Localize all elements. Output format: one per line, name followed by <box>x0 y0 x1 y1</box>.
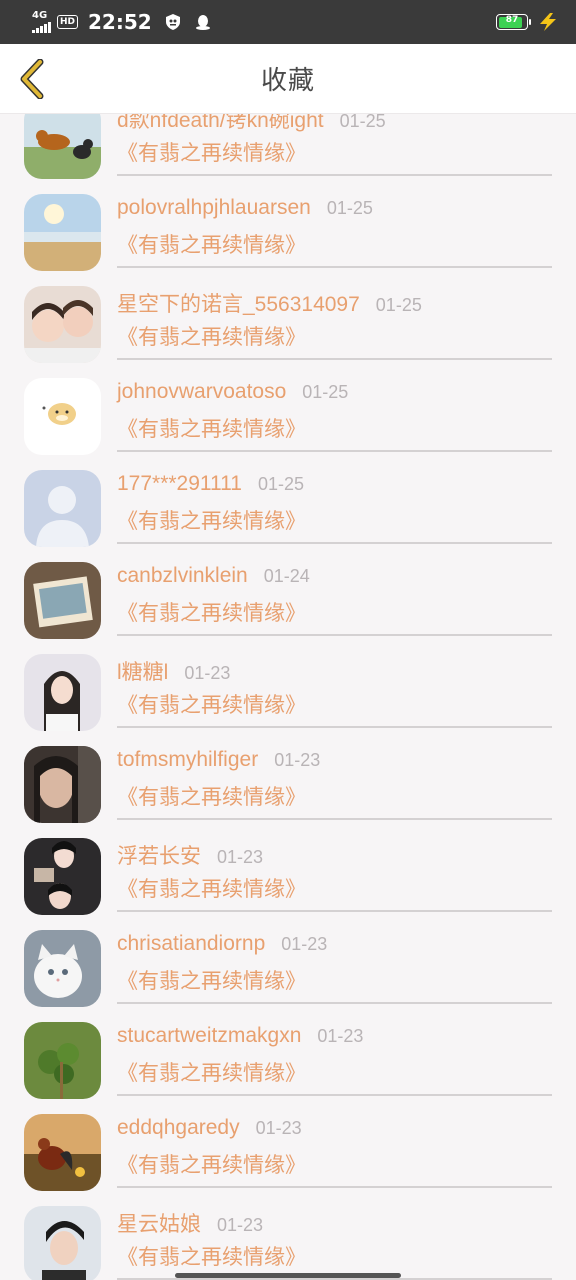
avatar[interactable] <box>24 1022 101 1099</box>
book-title[interactable]: 《有翡之再续情缘》 <box>117 1241 306 1271</box>
list-item[interactable]: tofmsmyhilfiger 01-23 《有翡之再续情缘》 <box>0 734 576 826</box>
book-title[interactable]: 《有翡之再续情缘》 <box>117 137 306 167</box>
user-name[interactable]: eddqhgaredy <box>117 1116 240 1140</box>
item-date: 01-23 <box>281 934 328 954</box>
status-time: 22:52 <box>88 10 152 34</box>
list-item[interactable]: chrisatiandiornp 01-23 《有翡之再续情缘》 <box>0 918 576 1010</box>
avatar[interactable] <box>24 114 101 179</box>
shield-app-icon <box>165 14 180 30</box>
status-bar: 4G HD 22:52 87 <box>0 0 576 44</box>
item-date: 01-25 <box>326 198 373 218</box>
network-type: 4G <box>32 10 48 21</box>
book-title[interactable]: 《有翡之再续情缘》 <box>117 229 306 259</box>
avatar[interactable] <box>24 1206 101 1280</box>
item-date: 01-23 <box>217 847 264 867</box>
divider <box>117 634 552 636</box>
avatar[interactable] <box>24 562 101 639</box>
item-date: 01-23 <box>217 1215 264 1235</box>
avatar[interactable] <box>24 1114 101 1191</box>
divider <box>117 174 552 176</box>
list-item[interactable]: polovralhpjhlauarsen 01-25 《有翡之再续情缘》 <box>0 182 576 274</box>
divider <box>117 1186 552 1188</box>
avatar[interactable] <box>24 838 101 915</box>
avatar[interactable] <box>24 286 101 363</box>
list-item[interactable]: canbzlvinklein 01-24 《有翡之再续情缘》 <box>0 550 576 642</box>
list-item[interactable]: 177***291111 01-25 《有翡之再续情缘》 <box>0 458 576 550</box>
avatar[interactable] <box>24 378 101 455</box>
divider <box>117 910 552 912</box>
divider <box>117 266 552 268</box>
user-name[interactable]: johnovwarvoatoso <box>117 380 286 404</box>
item-date: 01-23 <box>255 1118 302 1138</box>
battery-icon: 87 <box>496 14 531 30</box>
item-date: 01-23 <box>317 1026 364 1046</box>
avatar[interactable] <box>24 746 101 823</box>
divider <box>117 1094 552 1096</box>
list-item[interactable]: l糖糖l 01-23 《有翡之再续情缘》 <box>0 642 576 734</box>
user-name[interactable]: tofmsmyhilfiger <box>117 748 258 772</box>
network-indicator: 4G <box>32 11 51 33</box>
avatar[interactable] <box>24 470 101 547</box>
user-name[interactable]: polovralhpjhlauarsen <box>117 196 311 220</box>
list-item[interactable]: 星云姑娘 01-23 《有翡之再续情缘》 <box>0 1194 576 1280</box>
list-item[interactable]: eddqhgaredy 01-23 《有翡之再续情缘》 <box>0 1102 576 1194</box>
divider <box>117 726 552 728</box>
divider <box>117 1002 552 1004</box>
list-item[interactable]: d歀nfdeath/铐kn碗ight 01-25 《有翡之再续情缘》 <box>0 114 576 182</box>
qq-penguin-icon <box>195 15 210 30</box>
book-title[interactable]: 《有翡之再续情缘》 <box>117 689 306 719</box>
hd-icon: HD <box>57 15 79 29</box>
item-date: 01-23 <box>184 663 231 683</box>
list-item[interactable]: 浮若长安 01-23 《有翡之再续情缘》 <box>0 826 576 918</box>
book-title[interactable]: 《有翡之再续情缘》 <box>117 781 306 811</box>
item-date: 01-25 <box>257 474 305 494</box>
user-name[interactable]: 星空下的诺言_556314097 <box>117 288 360 318</box>
book-title[interactable]: 《有翡之再续情缘》 <box>117 1149 306 1179</box>
user-name[interactable]: stucartweitzmakgxn <box>117 1024 301 1048</box>
divider <box>117 450 552 452</box>
home-indicator[interactable] <box>175 1273 401 1278</box>
book-title[interactable]: 《有翡之再续情缘》 <box>117 505 306 535</box>
item-date: 01-25 <box>339 114 386 131</box>
nav-bar: 收藏 <box>0 44 576 114</box>
user-name[interactable]: chrisatiandiornp <box>117 932 265 956</box>
signal-icon <box>32 21 51 33</box>
item-date: 01-25 <box>375 295 422 315</box>
avatar[interactable] <box>24 930 101 1007</box>
list-item[interactable]: 星空下的诺言_556314097 01-25 《有翡之再续情缘》 <box>0 274 576 366</box>
battery-level: 87 <box>505 15 519 25</box>
user-name[interactable]: 星云姑娘 <box>117 1208 201 1238</box>
divider <box>117 358 552 360</box>
book-title[interactable]: 《有翡之再续情缘》 <box>117 1057 306 1087</box>
chevron-left-icon <box>20 59 44 99</box>
user-name[interactable]: 177***291111 <box>117 472 242 496</box>
list-item[interactable]: johnovwarvoatoso 01-25 《有翡之再续情缘》 <box>0 366 576 458</box>
book-title[interactable]: 《有翡之再续情缘》 <box>117 965 306 995</box>
user-name[interactable]: canbzlvinklein <box>117 564 248 588</box>
list-item[interactable]: stucartweitzmakgxn 01-23 《有翡之再续情缘》 <box>0 1010 576 1102</box>
avatar[interactable] <box>24 654 101 731</box>
charging-icon <box>540 13 556 31</box>
book-title[interactable]: 《有翡之再续情缘》 <box>117 597 306 627</box>
page-title: 收藏 <box>260 66 315 96</box>
user-name[interactable]: l糖糖l <box>117 656 168 686</box>
item-date: 01-23 <box>274 750 321 770</box>
book-title[interactable]: 《有翡之再续情缘》 <box>117 321 306 351</box>
book-title[interactable]: 《有翡之再续情缘》 <box>117 873 306 903</box>
user-name[interactable]: 浮若长安 <box>117 840 201 870</box>
item-date: 01-24 <box>263 566 310 586</box>
favorites-list[interactable]: d歀nfdeath/铐kn碗ight 01-25 《有翡之再续情缘》 polov… <box>0 114 576 1280</box>
avatar[interactable] <box>24 194 101 271</box>
book-title[interactable]: 《有翡之再续情缘》 <box>117 413 306 443</box>
divider <box>117 818 552 820</box>
user-name[interactable]: d歀nfdeath/铐kn碗ight <box>117 114 324 134</box>
divider <box>117 542 552 544</box>
item-date: 01-25 <box>302 382 349 402</box>
back-button[interactable] <box>12 56 52 102</box>
